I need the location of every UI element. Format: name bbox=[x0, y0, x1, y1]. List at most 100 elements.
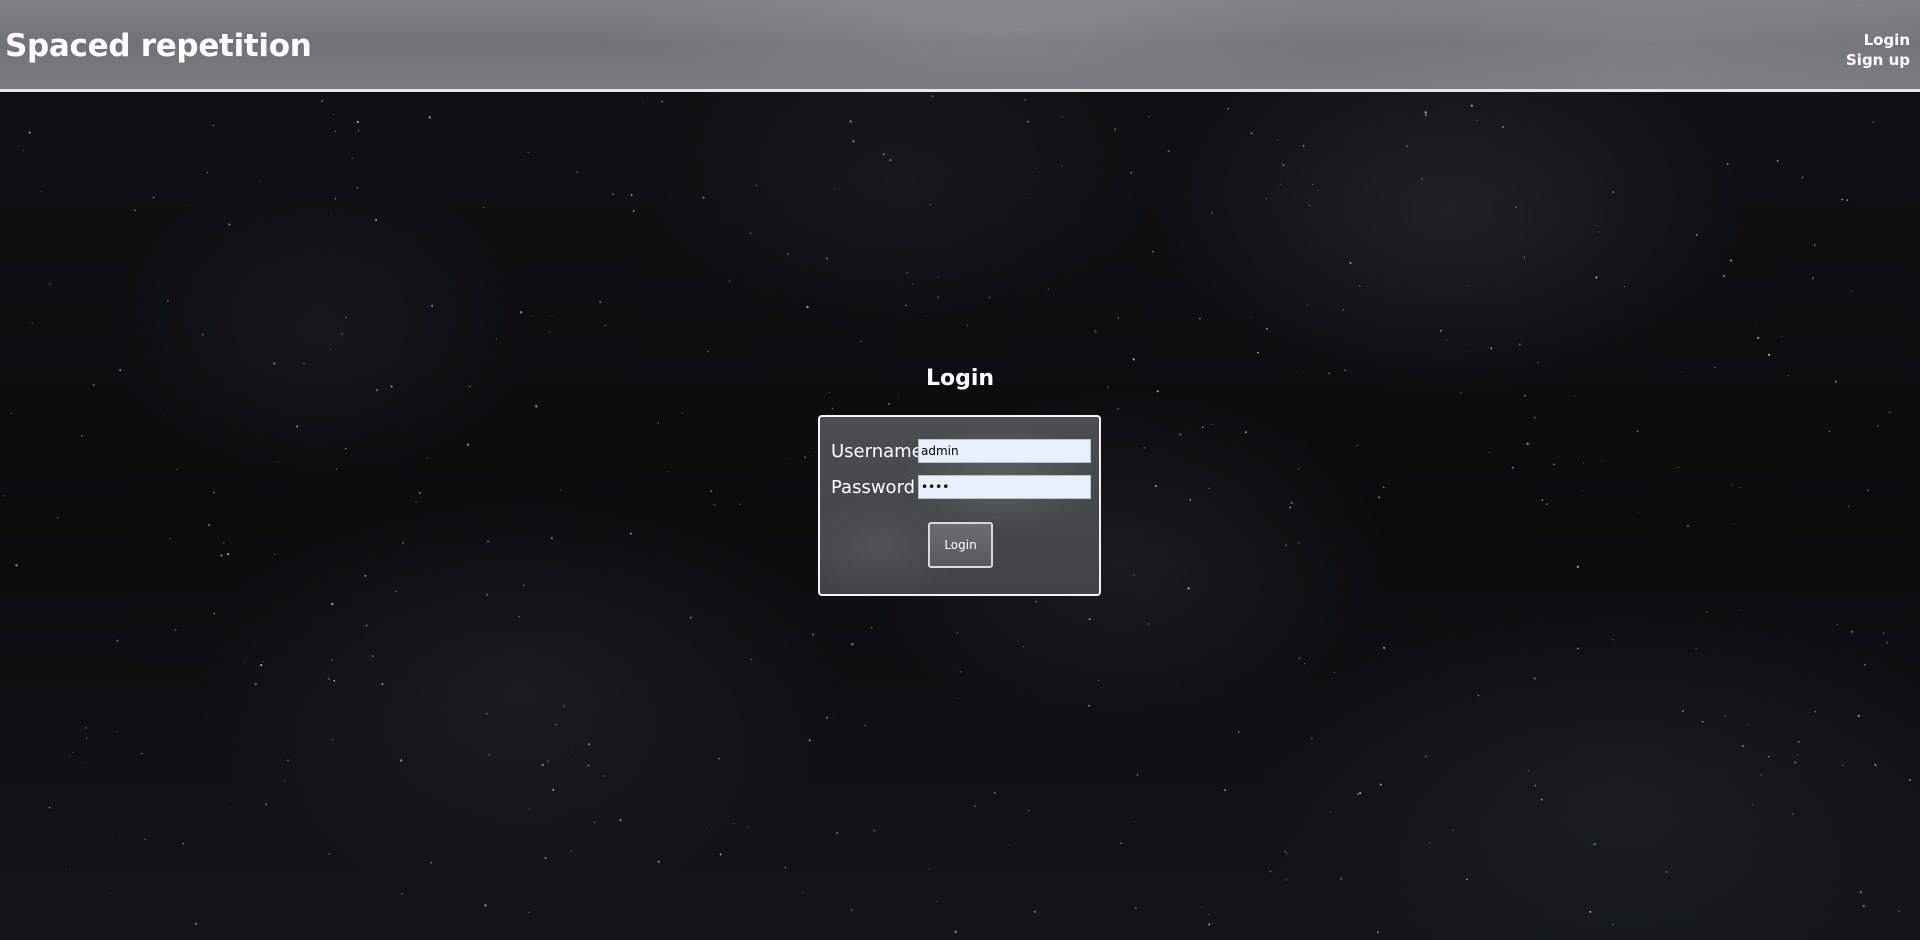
star bbox=[303, 362, 305, 365]
star bbox=[588, 743, 590, 746]
star bbox=[220, 554, 223, 557]
username-input[interactable] bbox=[918, 439, 1091, 463]
star bbox=[356, 187, 359, 189]
star bbox=[1595, 276, 1598, 279]
star bbox=[811, 455, 813, 457]
star bbox=[332, 739, 334, 741]
star bbox=[1574, 394, 1576, 396]
star bbox=[331, 659, 333, 661]
star bbox=[1329, 811, 1331, 813]
star bbox=[562, 705, 565, 708]
star bbox=[484, 904, 487, 907]
star bbox=[1088, 704, 1091, 707]
star bbox=[1061, 165, 1063, 168]
star bbox=[1466, 878, 1468, 881]
star bbox=[959, 670, 962, 673]
star bbox=[657, 860, 660, 863]
star bbox=[1867, 489, 1870, 492]
star bbox=[84, 726, 87, 730]
star bbox=[544, 856, 547, 859]
star bbox=[1250, 316, 1252, 318]
star bbox=[1877, 425, 1879, 427]
star bbox=[1378, 496, 1381, 499]
nav-login-link[interactable]: Login bbox=[1846, 30, 1910, 50]
star bbox=[1285, 853, 1288, 855]
password-input[interactable] bbox=[918, 475, 1091, 499]
star bbox=[560, 489, 562, 491]
star bbox=[594, 821, 596, 823]
star bbox=[176, 468, 178, 471]
star bbox=[273, 553, 276, 555]
star bbox=[1208, 923, 1211, 926]
star bbox=[1280, 183, 1282, 185]
star bbox=[169, 537, 172, 540]
star bbox=[277, 461, 280, 463]
star bbox=[330, 215, 332, 217]
star bbox=[56, 516, 59, 519]
star bbox=[327, 677, 330, 681]
star bbox=[667, 471, 670, 473]
star bbox=[1677, 466, 1679, 469]
star bbox=[587, 764, 590, 767]
star bbox=[535, 405, 538, 408]
star bbox=[1814, 711, 1816, 713]
star bbox=[1312, 183, 1314, 186]
star bbox=[1152, 250, 1154, 253]
star bbox=[395, 590, 397, 593]
star bbox=[116, 639, 119, 642]
star bbox=[1794, 761, 1797, 764]
star bbox=[749, 232, 752, 235]
star bbox=[1308, 204, 1311, 207]
star bbox=[357, 129, 360, 131]
star bbox=[747, 826, 749, 828]
star bbox=[40, 191, 42, 193]
star bbox=[937, 296, 939, 298]
star bbox=[1862, 905, 1865, 907]
star bbox=[750, 659, 752, 661]
star bbox=[851, 643, 854, 646]
star bbox=[1797, 740, 1800, 744]
star bbox=[527, 911, 530, 914]
star bbox=[227, 553, 230, 555]
star bbox=[185, 205, 187, 207]
star bbox=[1357, 793, 1359, 796]
star bbox=[850, 908, 853, 911]
star bbox=[1187, 587, 1190, 590]
star bbox=[1199, 317, 1201, 320]
star bbox=[28, 131, 31, 134]
star bbox=[223, 542, 225, 544]
star bbox=[1250, 132, 1253, 135]
star bbox=[1468, 284, 1470, 287]
star bbox=[230, 799, 231, 801]
star bbox=[1470, 104, 1473, 107]
star bbox=[1382, 486, 1385, 489]
login-button[interactable]: Login bbox=[928, 522, 993, 568]
star bbox=[482, 206, 485, 209]
star bbox=[905, 304, 907, 306]
star bbox=[1223, 788, 1227, 792]
star bbox=[1284, 850, 1286, 853]
star bbox=[1582, 490, 1584, 492]
star bbox=[604, 324, 606, 327]
star bbox=[825, 716, 829, 719]
star bbox=[1511, 466, 1514, 469]
star bbox=[1537, 361, 1539, 364]
star bbox=[1424, 113, 1427, 116]
password-label: Password bbox=[831, 477, 916, 498]
star bbox=[1026, 197, 1028, 199]
star bbox=[1114, 128, 1117, 131]
star bbox=[1751, 803, 1754, 806]
star bbox=[1686, 525, 1690, 528]
star bbox=[719, 853, 722, 856]
nav-signup-link[interactable]: Sign up bbox=[1846, 50, 1910, 70]
star bbox=[1724, 714, 1727, 717]
star bbox=[889, 158, 892, 162]
star bbox=[1476, 120, 1478, 122]
star bbox=[755, 184, 758, 187]
star bbox=[787, 253, 789, 255]
star bbox=[48, 806, 51, 809]
star bbox=[1540, 798, 1543, 801]
star bbox=[1872, 121, 1875, 123]
star bbox=[22, 149, 24, 151]
star bbox=[344, 447, 347, 450]
